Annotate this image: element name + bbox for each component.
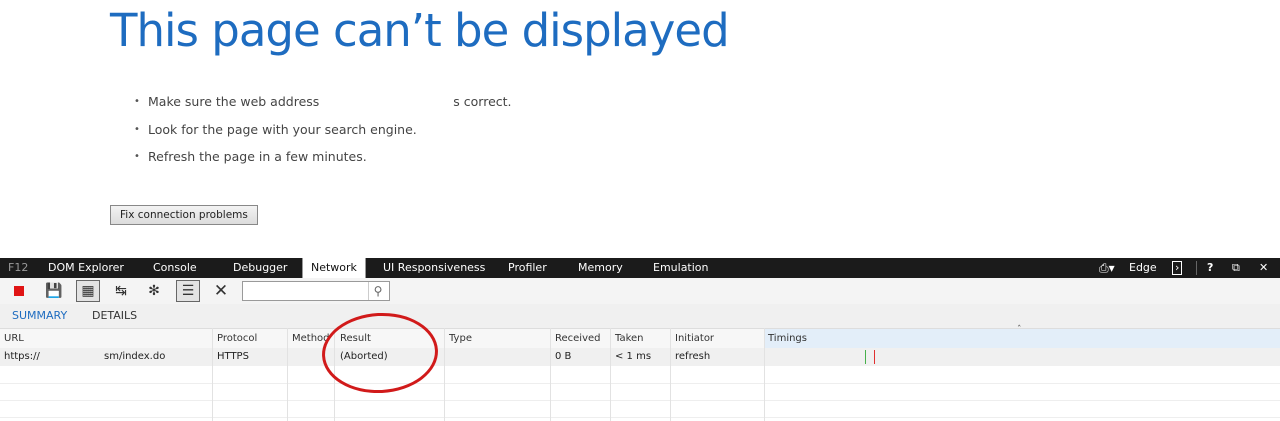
cell-received: 0 B xyxy=(555,351,572,362)
tip-item: Look for the page with your search engin… xyxy=(134,120,512,148)
devtools-tab-bar: F12 DOM Explorer Console Debugger Networ… xyxy=(0,258,1280,278)
details-view-icon[interactable]: ☰ xyxy=(176,280,200,302)
cell-url-start: https:// xyxy=(4,351,40,362)
tip-text: Refresh the page in a few minutes. xyxy=(148,149,367,164)
column-divider xyxy=(670,328,671,421)
column-divider xyxy=(444,328,445,421)
column-divider xyxy=(550,328,551,421)
row-divider xyxy=(0,400,1280,401)
column-protocol[interactable]: Protocol xyxy=(217,333,257,344)
clear-cache-icon[interactable]: ✻ xyxy=(143,281,165,301)
devtools-panel: F12 DOM Explorer Console Debugger Networ… xyxy=(0,258,1280,421)
clear-session-icon[interactable]: ✕ xyxy=(210,281,232,301)
column-received[interactable]: Received xyxy=(555,333,601,344)
subtab-bar: SUMMARY DETAILS xyxy=(0,304,1280,328)
tab-ui-responsiveness[interactable]: UI Responsiveness xyxy=(383,258,485,278)
fix-connection-button[interactable]: Fix connection problems xyxy=(110,205,258,225)
tip-text: Look for the page with your search engin… xyxy=(148,121,417,137)
sort-caret-icon: ˆ xyxy=(1017,325,1022,335)
tip-tail: s correct. xyxy=(453,94,512,109)
cell-url-end: sm/index.do xyxy=(104,351,166,362)
f12-label: F12 xyxy=(8,261,29,274)
tab-console[interactable]: Console xyxy=(153,258,197,278)
save-icon[interactable]: 💾 xyxy=(43,281,65,301)
network-table: URL Protocol Method Result Type Received… xyxy=(0,325,1280,421)
tab-summary[interactable]: SUMMARY xyxy=(12,309,67,322)
tip-text: Make sure the web address xyxy=(148,94,320,109)
search-icon[interactable]: ⚲ xyxy=(368,282,387,300)
cell-taken: < 1 ms xyxy=(615,351,652,362)
timing-end-marker xyxy=(874,350,875,364)
table-row[interactable]: https:// sm/index.do HTTPS (Aborted) 0 B… xyxy=(0,348,1280,366)
column-taken[interactable]: Taken xyxy=(615,333,644,344)
always-refresh-icon[interactable]: ▦ xyxy=(76,280,100,302)
table-header: URL Protocol Method Result Type Received… xyxy=(0,325,1280,350)
console-toggle-icon[interactable]: › xyxy=(1172,261,1183,275)
timings-header-bg xyxy=(764,329,1280,349)
stop-recording-icon[interactable] xyxy=(14,286,24,296)
row-divider xyxy=(0,417,1280,418)
cell-initiator: refresh xyxy=(675,351,711,362)
column-divider xyxy=(610,328,611,421)
tab-details[interactable]: DETAILS xyxy=(92,309,137,322)
timing-start-marker xyxy=(865,350,866,364)
tab-network[interactable]: Network xyxy=(302,258,366,278)
toolbar-separator xyxy=(1196,261,1197,275)
cell-protocol: HTTPS xyxy=(217,351,249,362)
tip-item: Refresh the page in a few minutes. xyxy=(134,147,512,175)
tab-emulation[interactable]: Emulation xyxy=(653,258,709,278)
column-timings[interactable]: Timings xyxy=(768,333,807,344)
column-initiator[interactable]: Initiator xyxy=(675,333,714,344)
tab-dom-explorer[interactable]: DOM Explorer xyxy=(48,258,124,278)
column-divider xyxy=(764,328,765,421)
column-url[interactable]: URL xyxy=(4,333,24,344)
clear-on-navigate-icon[interactable]: ↹ xyxy=(110,281,132,301)
tips-list: Make sure the web address s correct. Look… xyxy=(134,92,512,175)
document-mode-icon[interactable]: ⎙▾ xyxy=(1099,258,1115,278)
network-toolbar: 💾 ▦ ↹ ✻ ☰ ✕ ⚲ xyxy=(0,278,1280,304)
tab-profiler[interactable]: Profiler xyxy=(508,258,547,278)
column-type[interactable]: Type xyxy=(449,333,472,344)
column-divider xyxy=(212,328,213,421)
row-divider xyxy=(0,383,1280,384)
close-icon[interactable]: ✕ xyxy=(1259,258,1268,278)
tab-debugger[interactable]: Debugger xyxy=(233,258,287,278)
document-mode-label[interactable]: Edge xyxy=(1129,258,1157,278)
tab-memory[interactable]: Memory xyxy=(578,258,623,278)
undock-icon[interactable]: ⧉ xyxy=(1232,258,1240,278)
tip-item: Make sure the web address s correct. xyxy=(134,92,512,120)
search-input[interactable]: ⚲ xyxy=(242,281,390,301)
column-divider xyxy=(287,328,288,421)
help-icon[interactable]: ? xyxy=(1207,258,1213,278)
error-title: This page can’t be displayed xyxy=(110,4,730,57)
